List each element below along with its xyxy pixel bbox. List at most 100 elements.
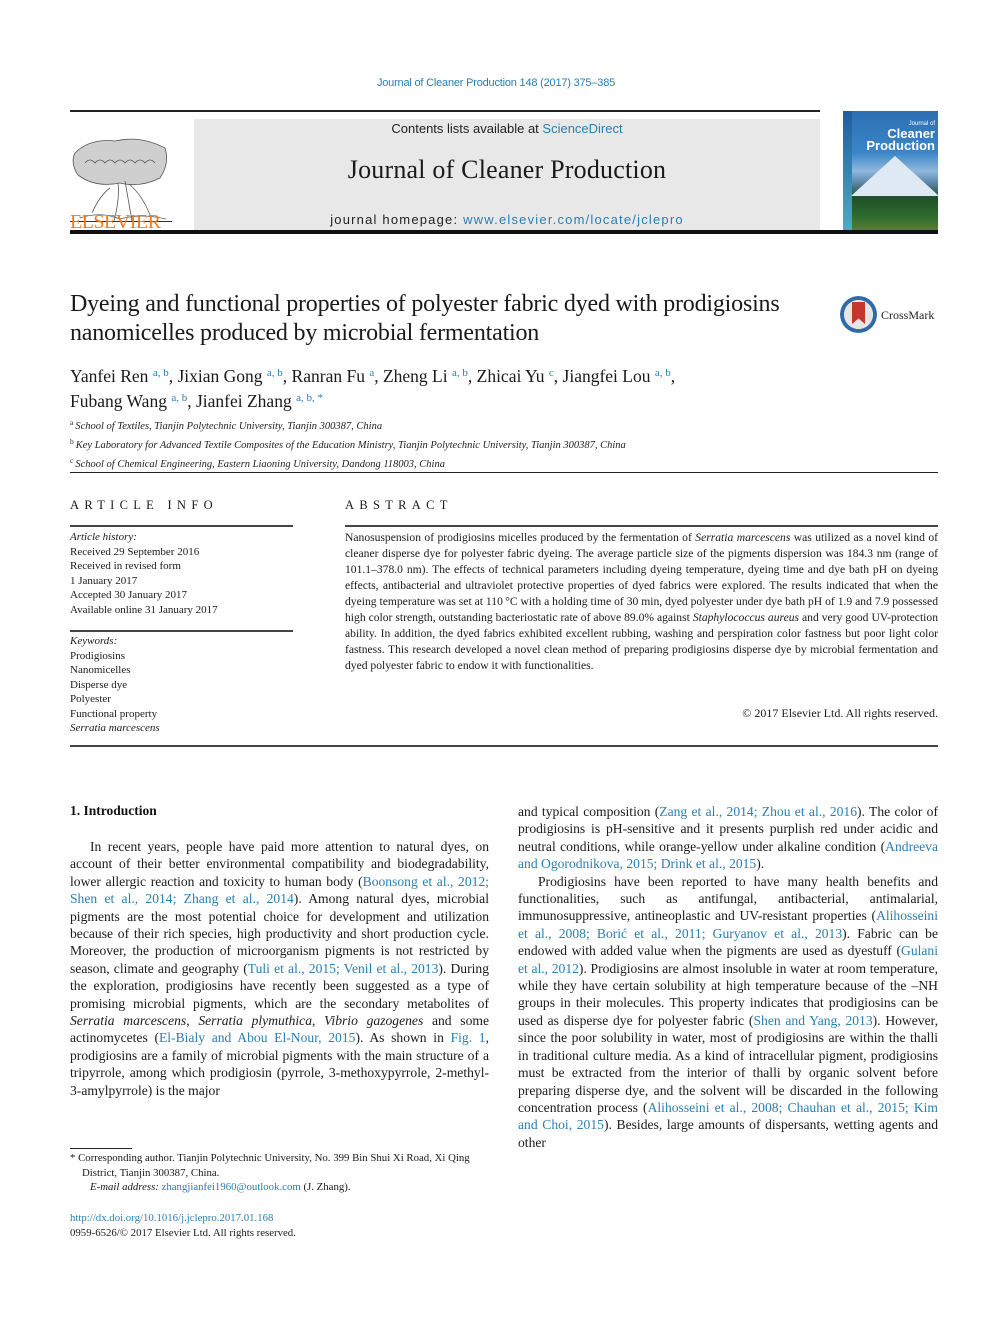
affiliation-text: Key Laboratory for Advanced Textile Comp… <box>75 440 626 451</box>
keywords-label: Keywords: <box>70 635 118 647</box>
history-label: Article history: <box>70 531 137 543</box>
cover-title: Journal of Cleaner Production <box>853 121 935 152</box>
footnote-rule <box>70 1148 132 1149</box>
body-paragraph: Prodigiosins have been reported to have … <box>518 873 938 1152</box>
contents-line: Contents lists available at ScienceDirec… <box>194 121 820 136</box>
citation-link[interactable]: Tuli et al., 2015; Venil et al., 2013 <box>248 961 439 976</box>
species-name: Serratia marcescens <box>70 1013 187 1029</box>
author[interactable]: Ranran Fu <box>292 366 365 386</box>
text-run: , <box>186 1013 199 1029</box>
contents-prefix: Contents lists available at <box>391 121 543 136</box>
keyword: Functional property <box>70 707 158 720</box>
doi-link[interactable]: http://dx.doi.org/10.1016/j.jclepro.2017… <box>70 1212 273 1224</box>
species-name: Vibrio gaz­ogenes <box>324 1013 424 1029</box>
species-name: Serratia plymuthica <box>198 1013 313 1029</box>
author[interactable]: Yanfei Ren <box>70 366 148 386</box>
abstract-bottom-rule <box>70 745 938 747</box>
history-item: Received 29 September 2016 <box>70 545 200 558</box>
article-info-heading: ARTICLE INFO <box>70 498 218 512</box>
footnotes: * Corresponding author. Tianjin Polytech… <box>70 1151 490 1195</box>
affiliation-text: School of Chemical Engineering, Eastern … <box>75 459 445 470</box>
history-item: Accepted 30 January 2017 <box>70 589 187 601</box>
abstract-body: Nanosuspension of prodigiosins micelles … <box>345 530 938 674</box>
affiliation: a School of Textiles, Tianjin Polytechnic… <box>70 415 930 434</box>
doi-block: http://dx.doi.org/10.1016/j.jclepro.2017… <box>70 1211 490 1241</box>
author[interactable]: Jiangfei Lou <box>563 366 651 386</box>
body-column-left: In recent years, people have paid more a… <box>70 838 489 1099</box>
email-link[interactable]: zhangjianfei1960@outlook.com <box>162 1181 301 1193</box>
author-affiliation-ref[interactable]: c <box>549 367 554 379</box>
body-paragraph: and typical composition (Zang et al., 20… <box>518 803 938 873</box>
abstract-species-name: Serratia marcescens <box>695 531 791 544</box>
journal-cover-thumbnail[interactable]: Journal of Cleaner Production <box>843 111 938 231</box>
history-item: Received in revised form <box>70 560 181 572</box>
keyword: Prodigiosins <box>70 649 126 662</box>
keywords-rule <box>70 630 293 632</box>
author[interactable]: Zhicai Yu <box>477 366 545 386</box>
article-info-rule <box>70 525 293 527</box>
citation-link[interactable]: El-Bialy and Abou El-Nour, 2015 <box>159 1030 355 1045</box>
article-history: Article history: Received 29 September 2… <box>70 530 295 617</box>
cover-title-line2: Production <box>866 138 935 153</box>
crossmark-label: CrossMark <box>881 308 935 322</box>
history-item: 1 January 2017 <box>70 574 138 587</box>
author-affiliation-ref[interactable]: a, b <box>153 367 169 379</box>
masthead-rule <box>70 230 938 234</box>
email-label: E-mail address: <box>90 1181 159 1193</box>
author-affiliation-ref[interactable]: a, b, * <box>296 392 323 404</box>
header-divider <box>70 472 938 473</box>
corresponding-author-note: * Corresponding author. Tianjin Polytech… <box>70 1152 470 1179</box>
affiliation-key: c <box>70 456 74 465</box>
affiliation-key: b <box>70 437 74 446</box>
journal-homepage-link[interactable]: www.elsevier.com/locate/jclepro <box>463 212 684 227</box>
abstract-copyright: © 2017 Elsevier Ltd. All rights reserved… <box>742 706 938 720</box>
author[interactable]: Jixian Gong <box>177 366 262 386</box>
keyword: Disperse dye <box>70 678 128 691</box>
section-heading-introduction: 1. Introduction <box>70 803 157 818</box>
cover-mountain-icon <box>851 156 938 196</box>
article-title: Dyeing and functional properties of poly… <box>70 291 780 346</box>
author[interactable]: Zheng Li <box>383 366 448 386</box>
journal-masthead: Contents lists available at ScienceDirec… <box>194 119 820 230</box>
email-note: E-mail address: zhangjianfei1960@outlook… <box>70 1180 490 1195</box>
text-run: , <box>312 1013 325 1029</box>
homepage-line: journal homepage: www.elsevier.com/locat… <box>194 212 820 227</box>
abstract-heading: ABSTRACT <box>345 498 453 512</box>
abstract-species-name: Staphylococcus aureus <box>692 611 800 624</box>
author-affiliation-ref[interactable]: a, b <box>171 392 187 404</box>
affiliations: a School of Textiles, Tianjin Polytechnic… <box>70 415 930 472</box>
affiliation-key: a <box>70 418 74 427</box>
history-item: Available online 31 January 2017 <box>70 603 218 616</box>
issn-line: 0959-6526/© 2017 Elsevier Ltd. All right… <box>70 1227 296 1239</box>
citation-link[interactable]: Shen and Yang, 2013 <box>753 1013 872 1028</box>
author[interactable]: Fubang Wang <box>70 391 167 411</box>
email-suffix: (J. Zhang). <box>300 1181 351 1193</box>
abstract-rule <box>345 525 938 527</box>
keyword: Serratia marcescens <box>70 722 160 734</box>
running-head[interactable]: Journal of Cleaner Production 148 (2017)… <box>0 77 992 89</box>
author-affiliation-ref[interactable]: a, b <box>267 367 283 379</box>
body-paragraph: In recent years, people have paid more a… <box>70 838 489 1099</box>
affiliation: b Key Laboratory for Advanced Textile Com… <box>70 434 930 453</box>
text-run: ). As shown in <box>355 1030 451 1046</box>
citation-link[interactable]: Fig. 1 <box>451 1030 486 1045</box>
author-affiliation-ref[interactable]: a, b <box>655 367 671 379</box>
author-list: Yanfei Ren a, b, Jixian Gong a, b, Ranra… <box>70 366 676 411</box>
top-rule <box>70 110 820 112</box>
crossmark-button[interactable]: CrossMark <box>840 296 940 336</box>
text-run: ). <box>756 856 765 872</box>
sciencedirect-link[interactable]: ScienceDirect <box>542 121 622 136</box>
author-affiliation-ref[interactable]: a, b <box>452 367 468 379</box>
abstract-text-run: Nanosuspension of prodigiosins micelles … <box>345 531 696 544</box>
homepage-prefix: journal homepage: <box>330 212 464 227</box>
affiliation: c School of Chemical Engineering, Eastern… <box>70 453 930 472</box>
keyword: Nanomicelles <box>70 664 131 676</box>
author-affiliation-ref[interactable]: a <box>369 367 374 379</box>
body-column-right: and typical composition (Zang et al., 20… <box>518 803 938 1151</box>
author[interactable]: Jianfei Zhang <box>196 391 292 411</box>
citation-link[interactable]: Zang et al., 2014; Zhou et al., 2016 <box>659 804 857 819</box>
affiliation-text: School of Textiles, Tianjin Polytechnic … <box>75 421 383 432</box>
text-run: Prodigiosins have been reported to have … <box>518 873 938 924</box>
keyword: Polyester <box>70 693 111 705</box>
text-run: and typical composition ( <box>518 804 660 819</box>
